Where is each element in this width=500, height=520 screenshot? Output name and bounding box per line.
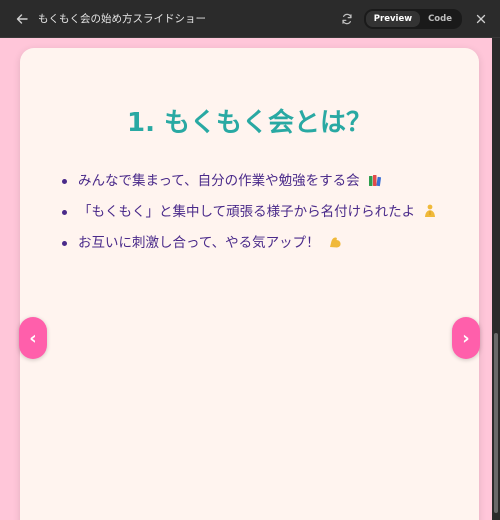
bullet-text: 「もくもく」と集中して頑張る様子から名付けられたよ [78,204,416,220]
list-item: 「もくもく」と集中して頑張る様子から名付けられたよ [60,197,437,228]
list-item: お互いに刺激し合って、やる気アップ！ [60,228,437,259]
flexed-biceps-icon [329,237,341,248]
view-toggle: Preview Code [363,8,462,29]
back-button[interactable] [12,9,32,29]
refresh-button[interactable] [338,10,356,28]
tab-code[interactable]: Code [420,11,460,27]
arrow-left-icon [16,13,28,24]
praying-person-icon [425,204,436,217]
bullet-text: お互いに刺激し合って、やる気アップ！ [78,235,320,251]
next-slide-button[interactable]: › [452,317,480,359]
prev-slide-button[interactable]: ‹ [19,317,47,359]
app-window: もくもく会の始め方スライドショー Preview Code 1. もくもく会とは… [0,0,500,520]
chevron-right-icon: › [462,327,470,349]
scrollbar[interactable] [492,38,500,520]
list-item: みんなで集まって、自分の作業や勉強をする会 [60,166,437,197]
chevron-left-icon: ‹ [29,327,37,349]
books-icon [368,175,381,187]
bullet-list: みんなで集まって、自分の作業や勉強をする会 「もくもく」と集中して頑張る様子から… [60,166,437,259]
close-icon [476,14,486,23]
refresh-icon [342,13,352,24]
bullet-text: みんなで集まって、自分の作業や勉強をする会 [78,173,360,189]
slide-card: 1. もくもく会とは？ みんなで集まって、自分の作業や勉強をする会 「もくもく」… [20,48,479,520]
preview-area: 1. もくもく会とは？ みんなで集まって、自分の作業や勉強をする会 「もくもく」… [0,38,492,520]
slide-title: 1. もくもく会とは？ [126,108,373,138]
scrollbar-thumb[interactable] [494,333,498,513]
top-bar: もくもく会の始め方スライドショー Preview Code [0,0,500,38]
close-button[interactable] [472,10,490,28]
window-title: もくもく会の始め方スライドショー [38,13,206,25]
tab-preview[interactable]: Preview [365,10,421,27]
